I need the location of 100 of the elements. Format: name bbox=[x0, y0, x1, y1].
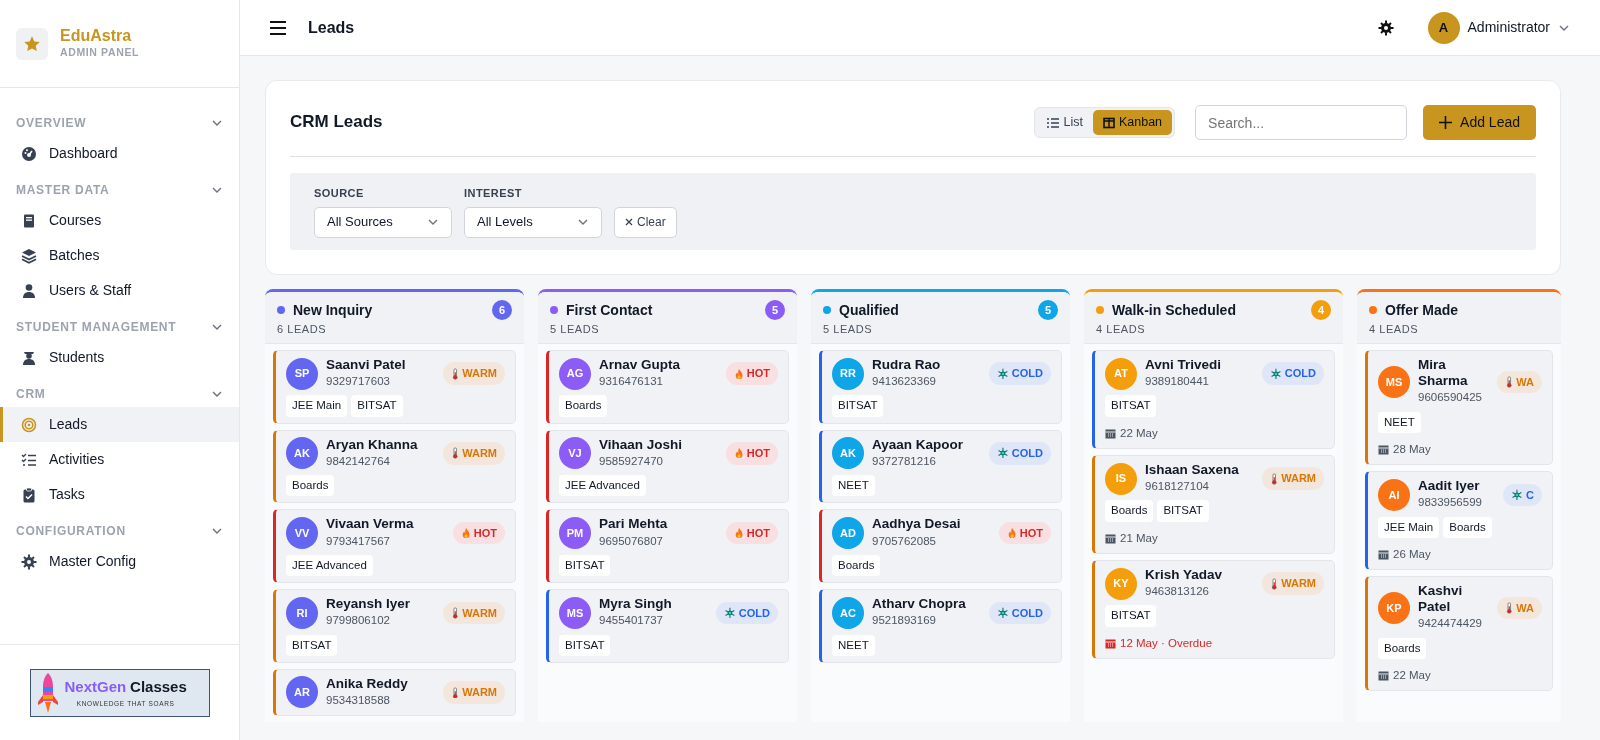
follow-up-date: 28 May bbox=[1393, 441, 1431, 457]
lead-avatar: AK bbox=[286, 437, 318, 470]
lead-name: Anika Reddy bbox=[326, 675, 408, 692]
lead-phone: 9618127104 bbox=[1145, 479, 1210, 495]
lead-card[interactable]: AR Anika Reddy 9534318588 WARM bbox=[273, 668, 516, 717]
interest-badge: WARM bbox=[442, 362, 505, 385]
user-menu[interactable]: A Administrator bbox=[1427, 11, 1570, 44]
lead-card[interactable]: RI Reyansh Iyer 9799806102 WARM BITSAT bbox=[273, 589, 516, 663]
lead-card[interactable]: IS Ishaan Saxena 9618127104 WARM Boards BITSAT 21 May bbox=[1092, 454, 1335, 554]
lead-card[interactable]: AC Atharv Chopra 9521893169 COLD NEET bbox=[819, 589, 1062, 663]
nav-item[interactable]: Courses bbox=[0, 203, 239, 238]
nav-item[interactable]: Batches bbox=[0, 238, 239, 273]
course-tag: JEE Main bbox=[286, 395, 348, 417]
course-tag: Boards bbox=[1105, 500, 1154, 522]
lead-card[interactable]: KY Krish Yadav 9463813126 WARM BITSAT 12 May · Overdue bbox=[1092, 559, 1335, 659]
lead-card[interactable]: KP Kashvi Patel 9424474429 WA Boards 22 May bbox=[1365, 576, 1553, 692]
lead-card[interactable]: AI Aadit Iyer 9833956599 C JEE Main Boards 26 May bbox=[1365, 471, 1553, 571]
interest-badge: COLD bbox=[1261, 362, 1324, 385]
course-tag: NEET bbox=[832, 475, 875, 497]
calendar-icon bbox=[1105, 427, 1116, 439]
checklist-icon bbox=[21, 451, 37, 468]
interest-badge: WARM bbox=[1261, 467, 1324, 490]
course-tag: NEET bbox=[832, 634, 875, 656]
lead-card[interactable]: AD Aadhya Desai 9705762085 HOT Boards bbox=[819, 509, 1062, 584]
lead-avatar: VJ bbox=[559, 437, 591, 470]
thermometer-icon bbox=[1504, 375, 1514, 388]
add-lead-button[interactable]: Add Lead bbox=[1423, 105, 1536, 140]
nav-item[interactable]: Tasks bbox=[0, 477, 239, 512]
view-tab[interactable]: Kanban bbox=[1092, 110, 1173, 135]
lead-card[interactable]: SP Saanvi Patel 9329717603 WARM JEE Main BITSAT bbox=[273, 350, 516, 424]
interest-badge: HOT bbox=[725, 362, 778, 385]
lead-count: 5 LEADS bbox=[550, 321, 601, 337]
interest-badge: COLD bbox=[988, 442, 1051, 465]
logo-text: Classes bbox=[130, 678, 187, 696]
column-title: Offer Made bbox=[1385, 300, 1459, 320]
snowflake-icon bbox=[1269, 367, 1282, 380]
snowflake-icon bbox=[1511, 488, 1524, 501]
lead-card[interactable]: VV Vivaan Verma 9793417567 HOT JEE Advanced bbox=[273, 509, 516, 584]
nav-item[interactable]: Activities bbox=[0, 442, 239, 477]
course-tag: BITSAT bbox=[559, 634, 611, 656]
person-icon bbox=[21, 282, 37, 299]
lead-name: Arnav Gupta bbox=[599, 357, 680, 374]
clear-button[interactable]: Clear bbox=[614, 206, 677, 238]
lead-count: 6 LEADS bbox=[277, 321, 328, 337]
interest-badge: HOT bbox=[725, 521, 778, 545]
lead-name: Aadit Iyer bbox=[1418, 478, 1481, 495]
course-tag: NEET bbox=[1378, 411, 1421, 433]
column-title: Qualified bbox=[839, 300, 899, 320]
search-field[interactable]: Search... bbox=[1195, 105, 1408, 140]
follow-up-date: 22 May bbox=[1120, 425, 1158, 441]
lead-phone: 9842142764 bbox=[326, 453, 391, 469]
lead-avatar: AG bbox=[559, 357, 591, 390]
lead-card[interactable]: PM Pari Mehta 9695076807 HOT BITSAT bbox=[546, 509, 789, 584]
calendar-icon bbox=[1378, 444, 1389, 455]
lead-count: 4 LEADS bbox=[1096, 321, 1147, 337]
view-tab[interactable]: List bbox=[1037, 110, 1093, 135]
lead-card[interactable]: MS Mira Sharma 9606590425 WA NEET 28 May bbox=[1365, 350, 1553, 466]
flame-icon bbox=[460, 527, 471, 540]
flame-icon bbox=[1006, 527, 1017, 540]
nav-item[interactable]: Leads bbox=[0, 407, 239, 442]
interest-badge: WARM bbox=[442, 681, 505, 704]
snowflake-icon bbox=[996, 606, 1009, 619]
flame-icon bbox=[733, 367, 744, 380]
lead-phone: 9705762085 bbox=[872, 533, 937, 549]
lead-card[interactable]: AG Arnav Gupta 9316476131 HOT Boards bbox=[546, 350, 789, 424]
lead-name: Vihaan Joshi bbox=[599, 436, 683, 453]
nav-item[interactable]: Master Config bbox=[0, 544, 239, 579]
menu-icon[interactable] bbox=[270, 20, 286, 35]
calendar-icon bbox=[1105, 532, 1116, 544]
lead-card[interactable]: AT Avni Trivedi 9389180441 COLD BITSAT 22 May bbox=[1092, 350, 1335, 449]
calendar-icon bbox=[1105, 637, 1116, 649]
nav-item[interactable]: Dashboard bbox=[0, 136, 239, 171]
lead-avatar: MS bbox=[559, 596, 591, 629]
gauge-icon bbox=[21, 145, 37, 162]
lead-phone: 9455401737 bbox=[599, 613, 664, 629]
follow-up-date: 26 May bbox=[1393, 546, 1431, 562]
lead-card[interactable]: RR Rudra Rao 9413623369 COLD BITSAT bbox=[819, 350, 1062, 424]
lead-card[interactable]: AK Ayaan Kapoor 9372781216 COLD NEET bbox=[819, 429, 1062, 504]
lead-name: Saanvi Patel bbox=[326, 357, 406, 374]
lead-card[interactable]: VJ Vihaan Joshi 9585927470 HOT JEE Advanced bbox=[546, 429, 789, 504]
thermometer-icon bbox=[450, 686, 460, 699]
course-tag: BITSAT bbox=[1157, 500, 1209, 522]
flame-icon bbox=[733, 527, 744, 540]
count-badge: 5 bbox=[1038, 300, 1058, 320]
lead-card[interactable]: MS Myra Singh 9455401737 COLD BITSAT bbox=[546, 589, 789, 663]
lead-avatar: VV bbox=[286, 517, 318, 550]
target-icon bbox=[21, 416, 37, 433]
filter-select[interactable]: All Sources bbox=[314, 206, 452, 238]
nav-item[interactable]: Students bbox=[0, 340, 239, 375]
lead-phone: 9329717603 bbox=[326, 374, 391, 390]
section-title: MASTER DATA bbox=[16, 182, 110, 199]
count-badge: 6 bbox=[492, 300, 512, 320]
panel-title: CRM Leads bbox=[290, 112, 383, 133]
course-tag: BITSAT bbox=[286, 634, 338, 656]
settings-icon[interactable] bbox=[1377, 19, 1394, 36]
filter-select[interactable]: All Levels bbox=[464, 206, 602, 238]
lead-phone: 9463813126 bbox=[1145, 584, 1210, 600]
nav-item[interactable]: Users & Staff bbox=[0, 273, 239, 308]
snowflake-icon bbox=[996, 367, 1009, 380]
lead-card[interactable]: AK Aryan Khanna 9842142764 WARM Boards bbox=[273, 429, 516, 504]
